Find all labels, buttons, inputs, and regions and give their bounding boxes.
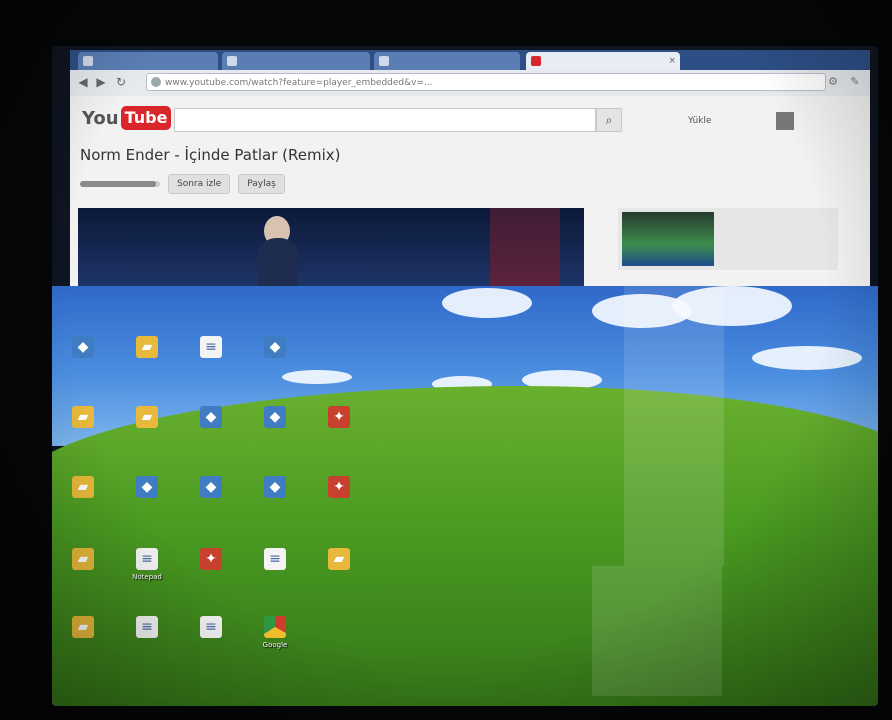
program-icon: ◆: [200, 476, 222, 498]
page-info-icon: [151, 77, 161, 87]
document-icon: ≡: [200, 616, 222, 638]
folder-icon: ▰: [328, 548, 350, 570]
ghost-window: [592, 566, 722, 696]
desktop-icon[interactable]: ≡: [186, 616, 236, 641]
desktop-icon[interactable]: ≡ Notepad: [122, 548, 172, 582]
tab-favicon: [227, 56, 237, 66]
desktop-icon-label: Notepad: [132, 573, 162, 581]
progress-fill: [80, 181, 156, 187]
address-bar[interactable]: www.youtube.com/watch?feature=player_emb…: [146, 73, 826, 91]
desktop-icon[interactable]: ◆: [186, 476, 236, 501]
youtube-favicon: [531, 56, 541, 66]
desktop-icon[interactable]: ◆: [250, 476, 300, 501]
program-icon: ◆: [200, 406, 222, 428]
program-icon: ◆: [264, 406, 286, 428]
desktop-icon[interactable]: ▰: [122, 336, 172, 361]
related-thumbnail[interactable]: [622, 212, 714, 266]
back-button[interactable]: ◀: [76, 75, 90, 89]
video-action-bar: Sonra izle Paylaş: [80, 174, 285, 194]
desktop-icon[interactable]: ▰: [314, 548, 364, 573]
youtube-logo[interactable]: You Tube: [82, 104, 172, 132]
folder-icon: ▰: [136, 406, 158, 428]
ghost-window: [624, 286, 724, 566]
document-icon: ≡: [200, 336, 222, 358]
desktop-icon[interactable]: ▰: [58, 476, 108, 501]
program-icon: ◆: [264, 336, 286, 358]
document-icon: ≡: [136, 548, 158, 570]
desktop-icon[interactable]: ▰: [122, 406, 172, 431]
tab-3[interactable]: [374, 52, 520, 70]
address-text: www.youtube.com/watch?feature=player_emb…: [165, 78, 433, 88]
avatar[interactable]: [776, 112, 794, 130]
program-icon: ✦: [328, 476, 350, 498]
desktop-icon[interactable]: ✦: [186, 548, 236, 573]
desktop-icon-label: Google: [262, 641, 288, 649]
forward-button[interactable]: ▶: [94, 75, 108, 89]
desktop-icon[interactable]: ✦: [314, 476, 364, 501]
desktop-icon[interactable]: ◆: [250, 336, 300, 361]
cloud: [752, 346, 862, 370]
chrome-icon: [264, 616, 286, 638]
desktop-icon[interactable]: ≡: [186, 336, 236, 361]
desktop-icon[interactable]: ◆: [122, 476, 172, 501]
folder-icon: ▰: [136, 336, 158, 358]
desktop-icon[interactable]: ▰: [58, 548, 108, 573]
folder-icon: ▰: [72, 616, 94, 638]
desktop: ◆ ▰ ≡ ◆ ▰ ▰ ◆ ◆ ✦ ▰ ◆ ◆ ◆ ✦ ▰ ≡ Notepad ✦ ≡ ▰ ▰ ≡ ≡ Google: [52, 286, 878, 706]
tab-strip: ×: [70, 50, 870, 70]
desktop-icon[interactable]: ≡: [250, 548, 300, 573]
share-button[interactable]: Paylaş: [238, 174, 285, 194]
progress-bar[interactable]: [80, 181, 160, 187]
folder-icon: ▰: [72, 548, 94, 570]
program-icon: ◆: [136, 476, 158, 498]
logo-you: You: [82, 107, 119, 129]
program-icon: ✦: [328, 406, 350, 428]
wrench-icon[interactable]: ✎: [848, 75, 862, 89]
upload-link[interactable]: Yükle: [688, 116, 711, 126]
desktop-icon[interactable]: ◆: [58, 336, 108, 361]
logo-tube: Tube: [120, 106, 172, 130]
desktop-icon[interactable]: ◆: [186, 406, 236, 431]
search-button[interactable]: ⌕: [596, 108, 622, 132]
wallpaper-hill: [52, 386, 878, 706]
browser-toolbar: ◀ ▶ ↻ www.youtube.com/watch?feature=play…: [70, 70, 870, 96]
video-title: Norm Ender - İçinde Patlar (Remix): [80, 146, 341, 164]
desktop-icon[interactable]: ▰: [58, 616, 108, 641]
program-icon: ◆: [72, 336, 94, 358]
cloud: [282, 370, 352, 384]
close-icon[interactable]: ×: [668, 52, 676, 70]
desktop-icon[interactable]: ≡: [122, 616, 172, 641]
program-icon: ✦: [200, 548, 222, 570]
reload-button[interactable]: ↻: [114, 75, 128, 89]
tab-youtube[interactable]: ×: [526, 52, 680, 70]
desktop-icon[interactable]: ▰: [58, 406, 108, 431]
folder-icon: ▰: [72, 406, 94, 428]
document-icon: ≡: [136, 616, 158, 638]
tab-1[interactable]: [78, 52, 218, 70]
tab-favicon: [379, 56, 389, 66]
monitor-screen: × ◀ ▶ ↻ www.youtube.com/watch?feature=pl…: [52, 46, 878, 706]
desktop-icon[interactable]: ✦: [314, 406, 364, 431]
program-icon: ◆: [264, 476, 286, 498]
folder-icon: ▰: [72, 476, 94, 498]
watch-later-button[interactable]: Sonra izle: [168, 174, 231, 194]
desktop-icon[interactable]: Google: [250, 616, 300, 650]
search-input[interactable]: [174, 108, 596, 132]
tab-favicon: [83, 56, 93, 66]
document-icon: ≡: [264, 548, 286, 570]
search-icon: ⌕: [605, 113, 613, 127]
settings-icon[interactable]: ⚙: [826, 75, 840, 89]
related-video[interactable]: [618, 208, 838, 270]
desktop-icon[interactable]: ◆: [250, 406, 300, 431]
cloud: [442, 288, 532, 318]
tab-2[interactable]: [222, 52, 370, 70]
